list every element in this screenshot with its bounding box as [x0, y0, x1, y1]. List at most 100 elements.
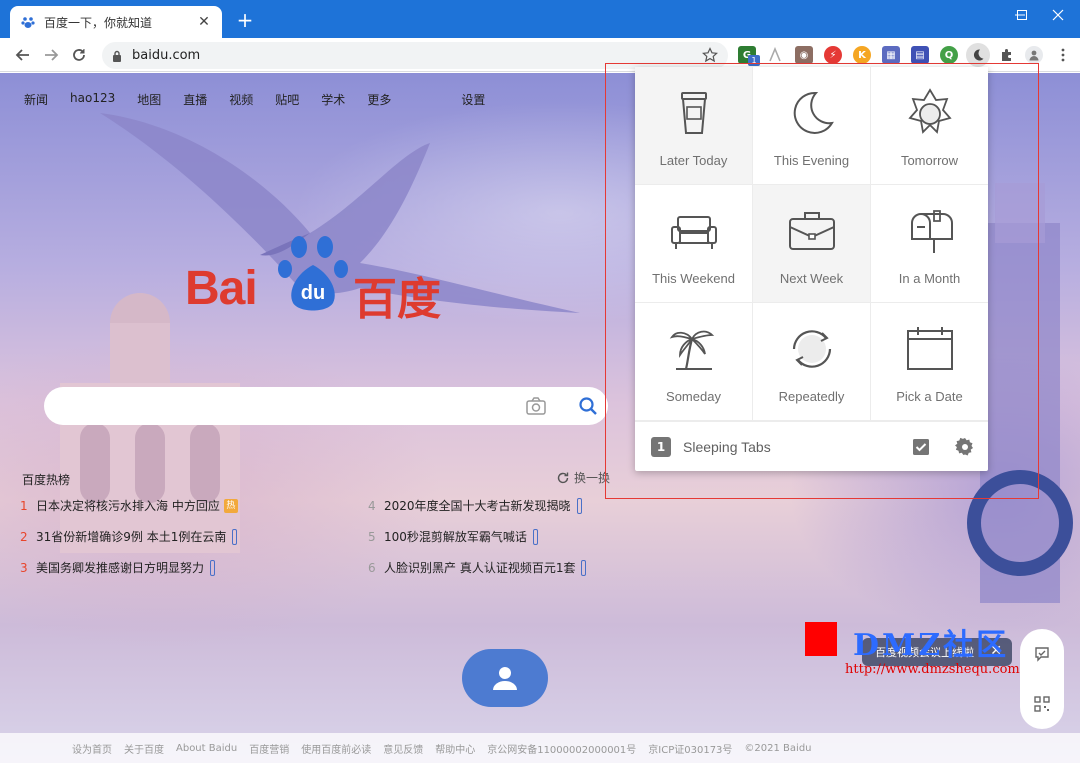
- nav-live[interactable]: 直播: [183, 91, 207, 108]
- snooze-this-evening[interactable]: This Evening: [753, 67, 871, 185]
- watermark-url: http://www.dmzshequ.com: [845, 662, 1020, 677]
- url-text: baidu.com: [132, 48, 201, 63]
- option-label: This Evening: [773, 153, 850, 168]
- snooze-this-weekend[interactable]: This Weekend: [635, 185, 753, 303]
- hot-item-text: 31省份新增确诊9例 本土1例在云南: [36, 530, 227, 544]
- page-extension-icon[interactable]: ▤: [911, 46, 929, 64]
- footer-link[interactable]: 京公网安备11000002000001号: [487, 741, 636, 756]
- search-icon: [579, 397, 597, 415]
- snooze-in-a-month[interactable]: In a Month: [871, 185, 988, 303]
- hot-item-text: 100秒混剪解放军霸气喊话: [384, 530, 527, 544]
- hot-item-num: 3: [20, 560, 28, 575]
- palm-tree-icon: [669, 330, 714, 370]
- tab-close-icon[interactable]: ✕: [196, 14, 212, 30]
- footer-link[interactable]: 意见反馈: [383, 741, 423, 756]
- snooze-options-grid: Later Today This Evening Tomorrow This W…: [635, 67, 988, 421]
- briefcase-icon: [788, 212, 835, 250]
- hot-item-4[interactable]: 4 2020年度全国十大考古新发现揭晓: [368, 497, 582, 514]
- refresh-icon: [557, 472, 569, 483]
- baidu-top-nav: 新闻 hao123 地图 直播 视频 贴吧 学术 更多 设置: [24, 91, 507, 108]
- hot-item-num: 5: [368, 529, 376, 544]
- hot-item-text: 日本决定将核污水排入海 中方回应: [36, 499, 220, 513]
- hot-item-text: 人脸识别黑产 真人认证视频百元1套: [384, 561, 576, 575]
- moon-icon: [793, 91, 834, 134]
- hot-item-1[interactable]: 1 日本决定将核污水排入海 中方回应 热: [20, 497, 238, 514]
- forward-arrow-icon[interactable]: [40, 44, 62, 66]
- snooze-repeatedly[interactable]: Repeatedly: [753, 303, 871, 421]
- close-window-button[interactable]: [1036, 0, 1080, 30]
- grid-extension-icon[interactable]: ▦: [882, 46, 900, 64]
- title-bar: 百度一下，你就知道 ✕ +: [0, 0, 1080, 38]
- browser-tab[interactable]: 百度一下，你就知道 ✕: [10, 6, 222, 38]
- nav-academic[interactable]: 学术: [321, 91, 345, 108]
- nav-more[interactable]: 更多: [367, 91, 391, 108]
- footer-link[interactable]: 使用百度前必读: [301, 741, 371, 756]
- gear-icon[interactable]: [955, 437, 975, 457]
- a-extension-icon[interactable]: [766, 46, 784, 64]
- option-label: Later Today: [659, 153, 728, 168]
- bolt-extension-icon[interactable]: ⚡: [824, 46, 842, 64]
- footer-link[interactable]: About Baidu: [176, 743, 237, 754]
- snooze-someday[interactable]: Someday: [635, 303, 753, 421]
- hot-item-5[interactable]: 5 100秒混剪解放军霸气喊话: [368, 528, 538, 545]
- sun-icon: [907, 88, 952, 134]
- profile-avatar-icon[interactable]: [1025, 46, 1043, 64]
- nav-tieba[interactable]: 贴吧: [275, 91, 299, 108]
- calendar-icon: [906, 327, 953, 370]
- footer-link[interactable]: 设为首页: [72, 741, 112, 756]
- hot-list-title: 百度热榜: [22, 473, 71, 487]
- footer-link[interactable]: 帮助中心: [435, 741, 475, 756]
- checkbox-icon[interactable]: [911, 437, 931, 457]
- footer-link[interactable]: 京ICP证030173号: [648, 741, 732, 756]
- kebab-menu-icon[interactable]: [1054, 46, 1072, 64]
- nav-settings[interactable]: 设置: [461, 91, 485, 108]
- footer-link[interactable]: 关于百度: [124, 741, 164, 756]
- puzzle-extensions-icon[interactable]: [998, 46, 1016, 64]
- option-label: Tomorrow: [900, 153, 959, 168]
- option-label: Repeatedly: [778, 389, 845, 404]
- logo-cn-text: 百度: [353, 274, 441, 325]
- hot-item-marker: [232, 528, 238, 545]
- hot-item-marker: [532, 528, 538, 545]
- search-button[interactable]: [568, 387, 608, 425]
- k-extension-icon[interactable]: K: [853, 46, 871, 64]
- snooze-later-today[interactable]: Later Today: [635, 67, 753, 185]
- sofa-icon: [670, 216, 717, 249]
- hot-item-6[interactable]: 6 人脸识别黑产 真人认证视频百元1套: [368, 559, 587, 576]
- hot-item-num: 2: [20, 529, 28, 544]
- dmz-watermark: DMZ社区 http://www.dmzshequ.com: [805, 622, 1075, 686]
- camera-icon[interactable]: [526, 397, 546, 415]
- watermark-red-block: [805, 622, 837, 656]
- user-avatar-button[interactable]: [462, 649, 548, 707]
- qr-code-icon[interactable]: [1033, 695, 1051, 713]
- hot-item-text: 美国务卿发推感谢日方明显努力: [36, 561, 205, 575]
- q-extension-icon[interactable]: Q: [940, 46, 958, 64]
- hot-item-2[interactable]: 2 31省份新增确诊9例 本土1例在云南: [20, 528, 238, 545]
- bookmark-star-icon[interactable]: [702, 47, 718, 63]
- mailbox-icon: [910, 210, 953, 253]
- nav-video[interactable]: 视频: [229, 91, 253, 108]
- footer-link[interactable]: 百度营销: [249, 741, 289, 756]
- nav-map[interactable]: 地图: [137, 91, 161, 108]
- hot-item-3[interactable]: 3 美国务卿发推感谢日方明显努力: [20, 559, 216, 576]
- hot-refresh-button[interactable]: 换一换: [556, 469, 610, 486]
- sleeping-tabs-bar[interactable]: 1 Sleeping Tabs: [635, 421, 988, 471]
- back-arrow-icon[interactable]: [12, 44, 34, 66]
- hot-item-marker: [210, 559, 216, 576]
- snooze-pick-a-date[interactable]: Pick a Date: [871, 303, 988, 421]
- baidu-footer: 设为首页 关于百度 About Baidu 百度营销 使用百度前必读 意见反馈 …: [0, 733, 1080, 763]
- nav-news[interactable]: 新闻: [24, 91, 48, 108]
- nav-hao123[interactable]: hao123: [70, 91, 115, 108]
- reload-icon[interactable]: [68, 44, 90, 66]
- new-tab-button[interactable]: +: [234, 10, 256, 32]
- baidu-search-input[interactable]: [44, 387, 568, 425]
- hot-item-text: 2020年度全国十大考古新发现揭晓: [384, 499, 571, 513]
- owl-extension-icon[interactable]: ◉: [795, 46, 813, 64]
- hot-item-marker: [581, 559, 587, 576]
- lock-icon: [112, 50, 124, 62]
- snooze-tomorrow[interactable]: Tomorrow: [871, 67, 988, 185]
- snooze-next-week[interactable]: Next Week: [753, 185, 871, 303]
- option-label: This Weekend: [652, 271, 735, 286]
- hot-item-num: 1: [20, 498, 28, 513]
- baidu-paw-logo-icon: du: [278, 236, 348, 311]
